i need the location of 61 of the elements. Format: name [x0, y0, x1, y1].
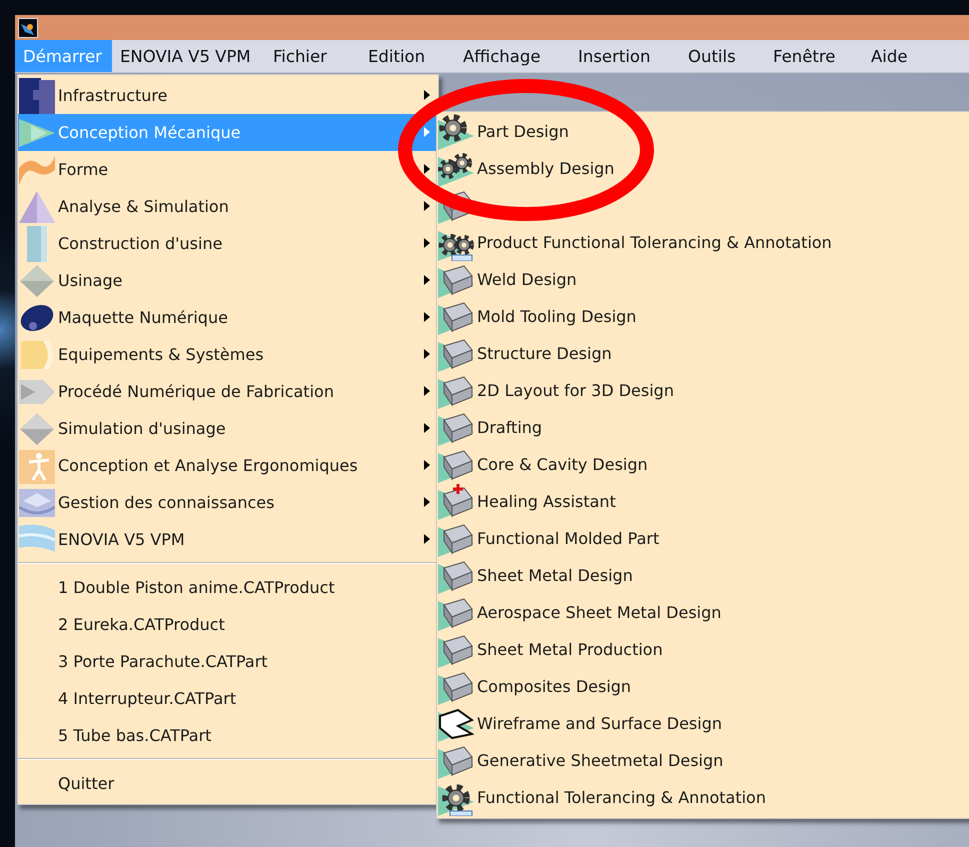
menu-item[interactable]: Sheet Metal Design: [437, 557, 969, 594]
menu-bar-item[interactable]: Outils: [680, 40, 765, 72]
menu-item[interactable]: Quitter: [18, 765, 438, 802]
submenu-arrow-icon: [424, 164, 430, 174]
menu-item[interactable]: Sheet Metal Production: [437, 631, 969, 668]
menu-item[interactable]: Maquette Numérique: [18, 299, 438, 336]
menu-bar-item[interactable]: Fichier: [265, 40, 360, 72]
menu-item[interactable]: Simulation d'usinage: [18, 410, 438, 447]
blocks-icon: [19, 78, 55, 114]
menu-item[interactable]: Infrastructure: [18, 77, 438, 114]
submenu-arrow-icon: [424, 386, 430, 396]
menu-item[interactable]: Analyse & Simulation: [18, 188, 438, 225]
menu-item[interactable]: Aerospace Sheet Metal Design: [437, 594, 969, 631]
menu-item[interactable]: Procédé Numérique de Fabrication: [18, 373, 438, 410]
menu-item[interactable]: Functional Tolerancing & Annotation: [437, 779, 969, 816]
menu-bar-item[interactable]: Fenêtre: [765, 40, 863, 72]
menu-item[interactable]: Equipements & Systèmes: [18, 336, 438, 373]
menu-bar-item[interactable]: ENOVIA V5 VPM: [112, 40, 265, 72]
menu-item[interactable]: Composites Design: [437, 668, 969, 705]
menu-item[interactable]: Conception et Analyse Ergonomiques: [18, 447, 438, 484]
menu-bar-item[interactable]: Aide: [863, 40, 969, 72]
submenu-arrow-icon: [424, 238, 430, 248]
recent-file-item[interactable]: 1 Double Piston anime.CATProduct: [18, 569, 438, 606]
menu-item[interactable]: Weld Design: [437, 261, 969, 298]
submenu-arrow-icon: [424, 534, 430, 544]
menu-item[interactable]: Construction d'usine: [18, 225, 438, 262]
submenu-arrow-icon: [424, 90, 430, 100]
menu-item[interactable]: Functional Molded Part: [437, 520, 969, 557]
submenu-arrow-icon: [424, 312, 430, 322]
menu-item[interactable]: Usinage: [18, 262, 438, 299]
submenu-arrow-icon: [424, 497, 430, 507]
menu-item[interactable]: Structure Design: [437, 335, 969, 372]
submenu-arrow-icon: [424, 423, 430, 433]
recent-file-item[interactable]: 4 Interrupteur.CATPart: [18, 680, 438, 717]
menu-item[interactable]: Product Functional Tolerancing & Annotation: [437, 224, 969, 261]
recent-file-item[interactable]: 5 Tube bas.CATPart: [18, 717, 438, 754]
menu-bar-item[interactable]: Edition: [360, 40, 455, 72]
menu-item[interactable]: Gestion des connaissances: [18, 484, 438, 521]
menu-item[interactable]: ENOVIA V5 VPM: [18, 521, 438, 558]
menu-bar-item[interactable]: Affichage: [455, 40, 570, 72]
menu-item[interactable]: Wireframe and Surface Design: [437, 705, 969, 742]
submenu-arrow-icon: [424, 349, 430, 359]
menu-item[interactable]: Mold Tooling Design: [437, 298, 969, 335]
menu-item[interactable]: Healing Assistant: [437, 483, 969, 520]
menu-item[interactable]: Generative Sheetmetal Design: [437, 742, 969, 779]
person-icon: [19, 448, 55, 484]
submenu-arrow-icon: [424, 460, 430, 470]
menu-item[interactable]: Core & Cavity Design: [437, 446, 969, 483]
menu-item[interactable]: Drafting: [437, 409, 969, 446]
menu-item[interactable]: Assembly Design: [437, 150, 969, 187]
submenu-arrow-icon: [424, 275, 430, 285]
menu-bar-item[interactable]: Insertion: [570, 40, 680, 72]
pyramid-icon: [19, 188, 55, 224]
submenu-arrow-icon: [424, 127, 430, 137]
app-icon: [18, 18, 38, 38]
submenu-arrow-icon: [424, 201, 430, 211]
recent-file-item[interactable]: 2 Eureka.CATProduct: [18, 606, 438, 643]
menu-item[interactable]: 2D Layout for 3D Design: [437, 372, 969, 409]
menu-item[interactable]: Part Design: [437, 113, 969, 150]
menu-item[interactable]: Forme: [18, 151, 438, 188]
recent-file-item[interactable]: 3 Porte Parachute.CATPart: [18, 643, 438, 680]
